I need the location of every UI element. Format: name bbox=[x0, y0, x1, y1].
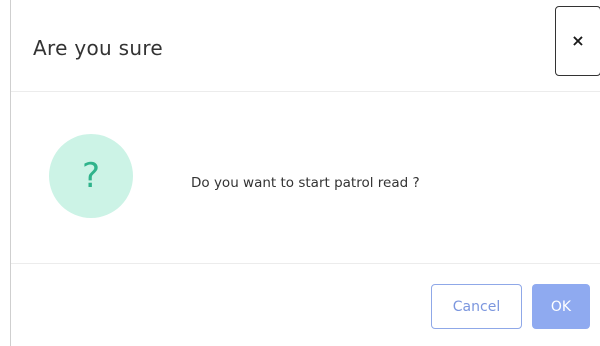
dialog-message: Do you want to start patrol read ? bbox=[191, 175, 420, 191]
cancel-button[interactable]: Cancel bbox=[431, 284, 522, 329]
close-icon: × bbox=[571, 31, 585, 50]
question-icon: ? bbox=[49, 134, 133, 218]
dialog-title: Are you sure bbox=[33, 36, 164, 60]
ok-button[interactable]: OK bbox=[532, 284, 590, 329]
close-button[interactable]: × bbox=[555, 6, 600, 76]
dialog-header: Are you sure × bbox=[11, 0, 600, 92]
question-mark-glyph: ? bbox=[81, 156, 101, 196]
dialog-body: ? Do you want to start patrol read ? bbox=[11, 92, 600, 264]
dialog-footer: Cancel OK bbox=[11, 264, 600, 346]
confirm-dialog: Are you sure × ? Do you want to start pa… bbox=[10, 0, 600, 346]
